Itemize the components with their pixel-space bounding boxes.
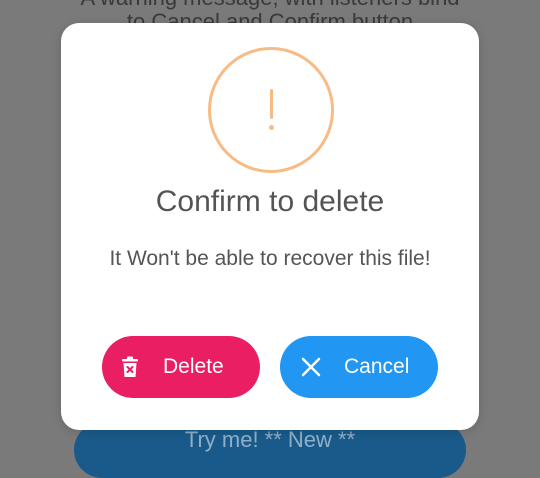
exclamation-bar — [270, 89, 273, 119]
delete-button-label: Delete — [163, 355, 224, 378]
warning-icon — [208, 47, 334, 173]
trash-icon — [119, 356, 141, 378]
dialog-message: It Won't be able to recover this file! — [109, 247, 431, 270]
cancel-button[interactable]: Cancel — [280, 336, 438, 398]
cancel-button-label: Cancel — [344, 355, 410, 378]
modal-overlay[interactable]: Confirm to delete It Won't be able to re… — [0, 0, 540, 455]
dialog-title: Confirm to delete — [155, 185, 385, 218]
confirm-dialog: Confirm to delete It Won't be able to re… — [61, 23, 479, 430]
exclamation-dot — [269, 125, 274, 130]
close-icon — [300, 356, 322, 378]
delete-button[interactable]: Delete — [102, 336, 260, 398]
